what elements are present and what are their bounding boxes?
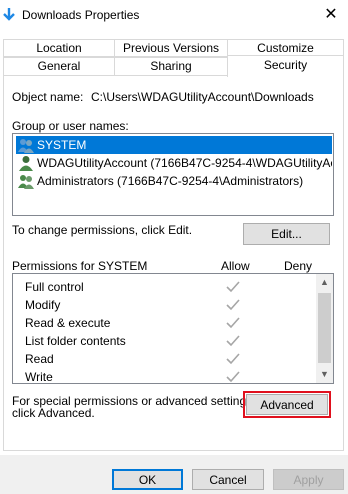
permission-row: Read & execute (13, 315, 318, 333)
tab-label: Location (36, 41, 82, 55)
list-item-label: SYSTEM (37, 138, 87, 152)
list-item-wdag[interactable]: WDAGUtilityAccount (7166B47C-9254-4\WDAG… (16, 154, 332, 172)
allow-check-icon (226, 371, 240, 383)
allow-check-icon (226, 353, 240, 365)
object-name-label: Object name: (12, 90, 84, 104)
user-group-icon (18, 139, 34, 153)
permission-row: List folder contents (13, 333, 318, 351)
tab-label: General (37, 59, 81, 73)
change-permissions-text: To change permissions, click Edit. (12, 223, 193, 237)
object-name-value: C:\Users\WDAGUtilityAccount\Downloads (91, 90, 314, 104)
permission-label: List folder contents (25, 334, 126, 348)
tab-sharing[interactable]: Sharing (114, 57, 228, 76)
advanced-button[interactable]: Advanced (243, 391, 331, 418)
user-group-icon (18, 175, 34, 189)
cancel-button[interactable]: Cancel (192, 469, 264, 490)
tab-label: Customize (257, 41, 314, 55)
edit-button[interactable]: Edit... (243, 223, 330, 245)
permissions-scrollbar[interactable]: ▲ ▼ (316, 274, 333, 383)
tab-location[interactable]: Location (3, 39, 115, 57)
list-item-label: Administrators (7166B47C-9254-4\Administ… (37, 174, 304, 188)
permission-row: Full control (13, 279, 318, 297)
tab-security[interactable]: Security (227, 55, 344, 77)
allow-check-icon (226, 317, 240, 329)
ok-button[interactable]: OK (112, 469, 183, 490)
download-arrow-icon (3, 8, 15, 21)
permission-row: Read (13, 351, 318, 369)
scroll-down-icon[interactable]: ▼ (316, 366, 333, 383)
permission-label: Read & execute (25, 316, 111, 330)
permissions-list: Full control Modify Read & execute List … (12, 273, 334, 384)
user-list[interactable]: SYSTEM WDAGUtilityAccount (7166B47C-9254… (12, 133, 334, 216)
permission-row: Write (13, 369, 318, 384)
permissions-header: Permissions for SYSTEM (12, 259, 148, 273)
scroll-thumb[interactable] (318, 293, 331, 363)
title-bar: Downloads Properties ✕ (0, 0, 348, 30)
permission-row: Modify (13, 297, 318, 315)
tab-general[interactable]: General (3, 57, 115, 76)
permission-label: Modify (25, 298, 61, 312)
permission-label: Write (25, 370, 53, 384)
scroll-up-icon[interactable]: ▲ (316, 274, 333, 291)
group-label: Group or user names: (12, 119, 129, 133)
list-item-system[interactable]: SYSTEM (16, 136, 332, 154)
window-title: Downloads Properties (22, 8, 140, 22)
permission-label: Read (25, 352, 54, 366)
apply-button[interactable]: Apply (273, 469, 344, 490)
special-permissions-text-line2: click Advanced. (12, 406, 95, 420)
tab-previous-versions[interactable]: Previous Versions (114, 39, 228, 57)
allow-check-icon (226, 281, 240, 293)
allow-column-header: Allow (221, 259, 250, 273)
allow-check-icon (226, 299, 240, 311)
tab-label: Sharing (150, 59, 192, 73)
list-item-label: WDAGUtilityAccount (7166B47C-9254-4\WDAG… (37, 156, 332, 170)
tab-label: Previous Versions (122, 41, 220, 55)
list-item-administrators[interactable]: Administrators (7166B47C-9254-4\Administ… (16, 172, 332, 190)
tab-label: Security (263, 58, 308, 72)
close-button[interactable]: ✕ (320, 4, 342, 26)
deny-column-header: Deny (284, 259, 313, 273)
close-icon: ✕ (324, 6, 338, 23)
permission-label: Full control (25, 280, 84, 294)
allow-check-icon (226, 335, 240, 347)
user-icon (19, 156, 33, 171)
